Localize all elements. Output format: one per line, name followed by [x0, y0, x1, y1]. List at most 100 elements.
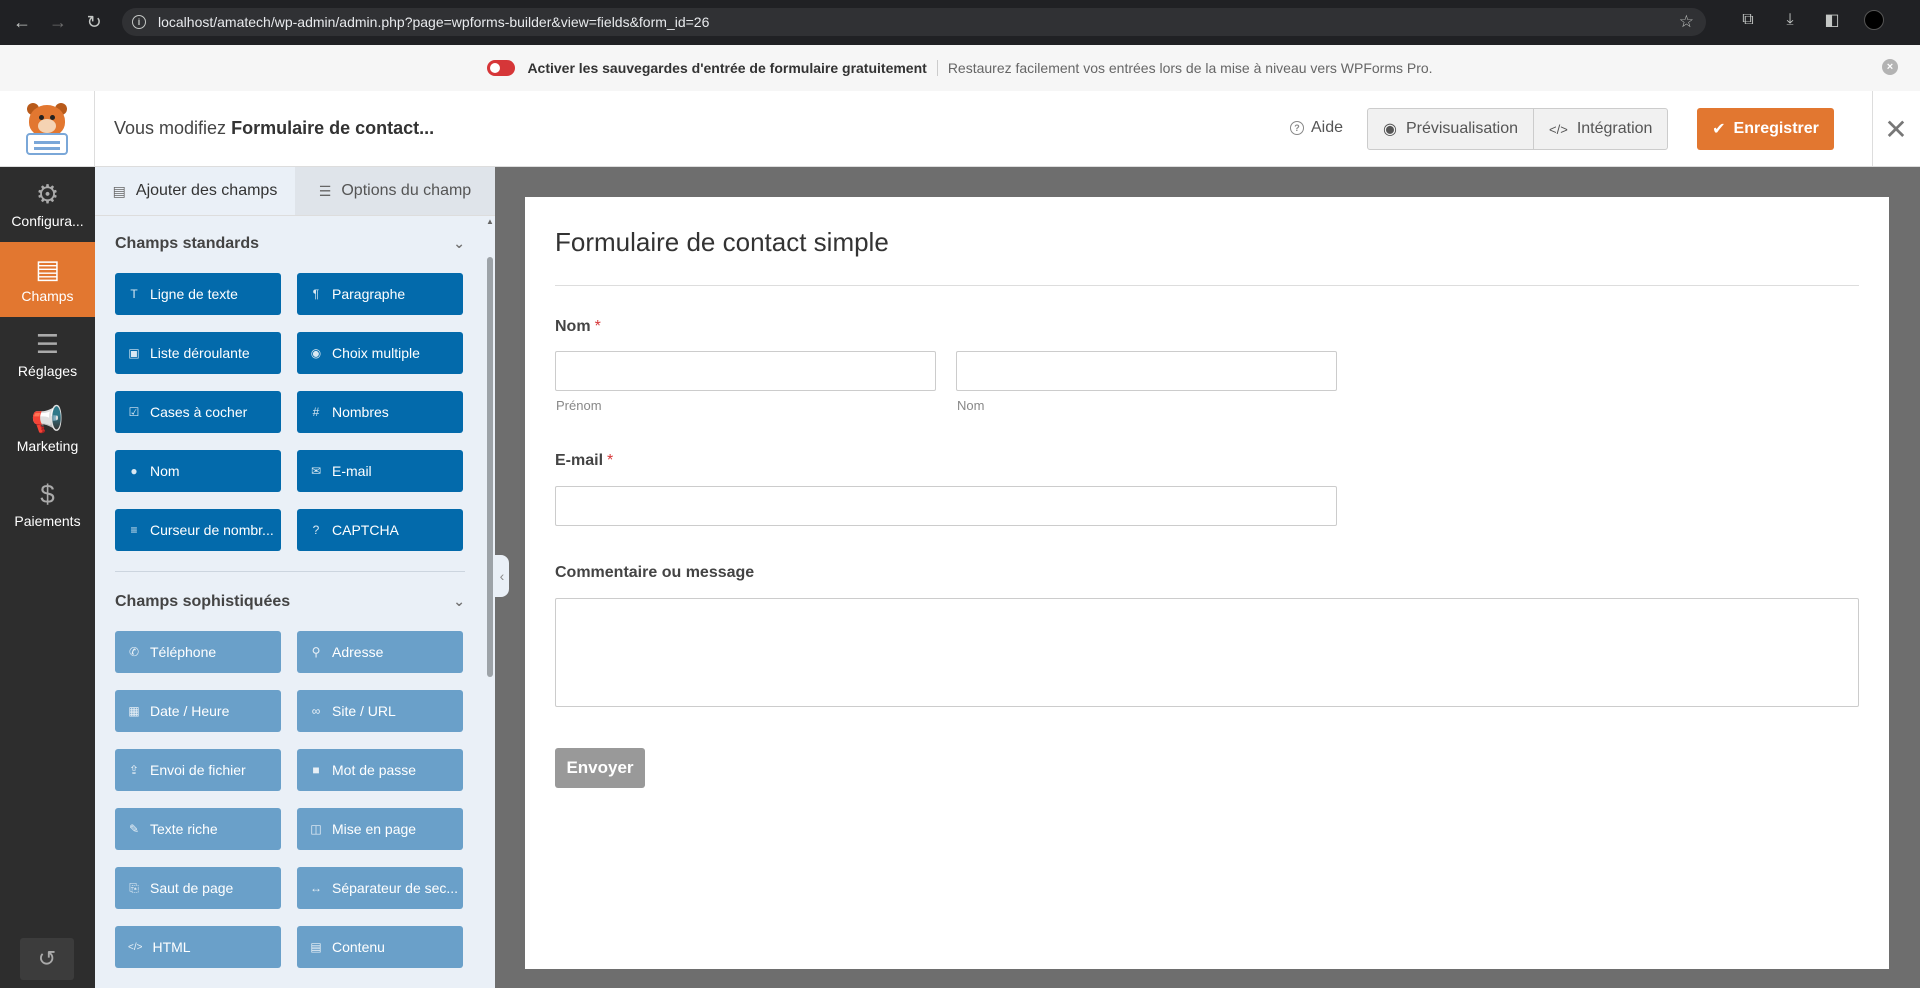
side-panel-icon[interactable]: ◧ — [1822, 10, 1842, 30]
submit-button[interactable]: Envoyer — [555, 748, 645, 788]
field-button[interactable]: </> HTML — [115, 926, 281, 968]
sliders-icon: ☰ — [318, 182, 332, 199]
sidebar-item-label: Marketing — [16, 437, 79, 454]
message-field-label[interactable]: Commentaire ou message — [555, 564, 754, 582]
field-button[interactable]: ▦ Date / Heure — [115, 690, 281, 732]
field-button[interactable]: ▣ Liste déroulante — [115, 332, 281, 374]
field-button[interactable]: ● Nom — [115, 450, 281, 492]
first-name-sublabel: Prénom — [556, 398, 602, 413]
sidebar-item-settings[interactable]: ☰ Réglages — [0, 317, 95, 392]
dollar-icon: $ — [40, 478, 55, 509]
url-text[interactable]: localhost/amatech/wp-admin/admin.php?pag… — [158, 14, 709, 30]
email-input[interactable] — [555, 486, 1337, 526]
field-button[interactable]: ⇪ Envoi de fichier — [115, 749, 281, 791]
email-field-label[interactable]: E-mail * — [555, 452, 613, 470]
history-icon: ↺ — [37, 946, 57, 971]
field-button[interactable]: T Ligne de texte — [115, 273, 281, 315]
phone-icon: ✆ — [128, 645, 140, 659]
field-label: Séparateur de sec... — [332, 880, 459, 896]
preview-button[interactable]: ◉ Prévisualisation — [1368, 109, 1533, 149]
sidebar-item-label: Champs — [21, 287, 74, 304]
field-button[interactable]: ⚲ Adresse — [297, 631, 463, 673]
sidebar-item-payments[interactable]: $ Paiements — [0, 467, 95, 542]
field-button[interactable]: ↔ Séparateur de sec... — [297, 867, 463, 909]
sidebar-item-setup[interactable]: ⚙ Configura... — [0, 167, 95, 242]
field-button[interactable]: ☑ Cases à cocher — [115, 391, 281, 433]
field-label: Date / Heure — [150, 703, 230, 719]
close-builder-icon[interactable]: ✕ — [1872, 109, 1920, 149]
download-icon[interactable]: ⤓ — [1780, 11, 1800, 29]
save-button[interactable]: ✔ Enregistrer — [1697, 108, 1834, 150]
code-icon: </> — [128, 941, 143, 953]
editing-prefix: Vous modifiez — [114, 118, 227, 138]
upload-icon: ⇪ — [128, 763, 140, 777]
back-icon[interactable]: ← — [8, 9, 36, 37]
label-text: E-mail — [555, 452, 604, 469]
label-text: Nom — [555, 318, 591, 335]
field-button[interactable]: ▤ Contenu — [297, 926, 463, 968]
sidebar-item-label: Paiements — [14, 512, 81, 529]
sidebar-item-marketing[interactable]: 📢 Marketing — [0, 392, 95, 467]
help-button[interactable]: ? Aide — [1290, 119, 1343, 137]
sliders-icon: ☰ — [35, 328, 60, 359]
form-title[interactable]: Formulaire de contact simple — [555, 227, 889, 258]
tab-add-fields[interactable]: ▤ Ajouter des champs — [95, 167, 295, 215]
forward-icon[interactable]: → — [44, 9, 72, 37]
panel-scrollbar[interactable] — [487, 257, 493, 677]
collapse-panel-handle[interactable]: ‹ — [495, 555, 509, 597]
reload-icon[interactable]: ↻ — [80, 9, 108, 37]
standard-fields-header[interactable]: Champs standards ⌄ — [115, 235, 465, 253]
field-button[interactable]: ∞ Site / URL — [297, 690, 463, 732]
revisions-button[interactable]: ↺ — [20, 938, 74, 980]
checkbox-icon: ☑ — [128, 405, 140, 419]
check-icon: ✔ — [1712, 121, 1726, 138]
first-name-input[interactable] — [555, 351, 936, 391]
field-label: Site / URL — [332, 703, 396, 719]
map-pin-icon: ⚲ — [311, 645, 321, 659]
field-button[interactable]: ◉ Choix multiple — [297, 332, 463, 374]
field-button[interactable]: ✎ Texte riche — [115, 808, 281, 850]
field-button[interactable]: ? CAPTCHA — [297, 509, 463, 551]
fields-panel: ▤ Ajouter des champs ☰ Options du champ … — [95, 167, 495, 988]
text-icon: T — [130, 287, 138, 301]
name-field-label[interactable]: Nom * — [555, 318, 601, 336]
last-name-input[interactable] — [956, 351, 1337, 391]
chevron-down-icon[interactable]: ⌄ — [453, 593, 465, 611]
field-label: Curseur de nombr... — [150, 522, 274, 538]
site-info-icon[interactable]: i — [132, 15, 146, 29]
profile-avatar[interactable] — [1864, 10, 1884, 30]
address-bar[interactable]: i localhost/amatech/wp-admin/admin.php?p… — [122, 8, 1706, 36]
scroll-up-icon[interactable]: ▲ — [486, 217, 494, 226]
field-button[interactable]: ¶ Paragraphe — [297, 273, 463, 315]
builder-header: Vous modifiez Formulaire de contact... ?… — [0, 91, 1920, 167]
close-notice-icon[interactable]: × — [1882, 59, 1898, 75]
wpforms-logo — [0, 91, 95, 167]
message-textarea[interactable] — [555, 598, 1859, 707]
extensions-icon[interactable]: ⧉ — [1738, 11, 1758, 29]
sidebar-item-label: Configura... — [11, 212, 84, 229]
field-button[interactable]: ✉ E-mail — [297, 450, 463, 492]
field-label: CAPTCHA — [332, 522, 399, 538]
field-label: Cases à cocher — [150, 404, 248, 420]
backup-toggle[interactable] — [487, 60, 516, 76]
field-button[interactable]: ✆ Téléphone — [115, 631, 281, 673]
tab-field-options[interactable]: ☰ Options du champ — [295, 167, 495, 215]
field-label: HTML — [152, 939, 191, 955]
embed-button[interactable]: </> Intégration — [1533, 109, 1667, 149]
edit-icon: ✎ — [128, 822, 140, 836]
user-icon: ● — [130, 464, 138, 478]
field-button[interactable]: # Nombres — [297, 391, 463, 433]
sidebar-item-fields[interactable]: ▤ Champs — [0, 242, 95, 317]
field-button[interactable]: ≡ Curseur de nombr... — [115, 509, 281, 551]
field-button[interactable]: ◫ Mise en page — [297, 808, 463, 850]
arrows-h-icon: ↔ — [310, 881, 322, 895]
standard-fields-grid: T Ligne de texte ¶ Paragraphe ▣ Liste dérou… — [115, 273, 465, 551]
field-button[interactable]: ⎘ Saut de page — [115, 867, 281, 909]
bookmark-star-icon[interactable]: ☆ — [1679, 12, 1694, 32]
field-button[interactable]: ■ Mot de passe — [297, 749, 463, 791]
eye-icon: ◉ — [1383, 121, 1397, 138]
section-divider — [115, 571, 465, 572]
chevron-down-icon[interactable]: ⌄ — [453, 235, 465, 253]
fancy-fields-header[interactable]: Champs sophistiquées ⌄ — [115, 593, 465, 611]
hash-icon: # — [312, 405, 320, 419]
